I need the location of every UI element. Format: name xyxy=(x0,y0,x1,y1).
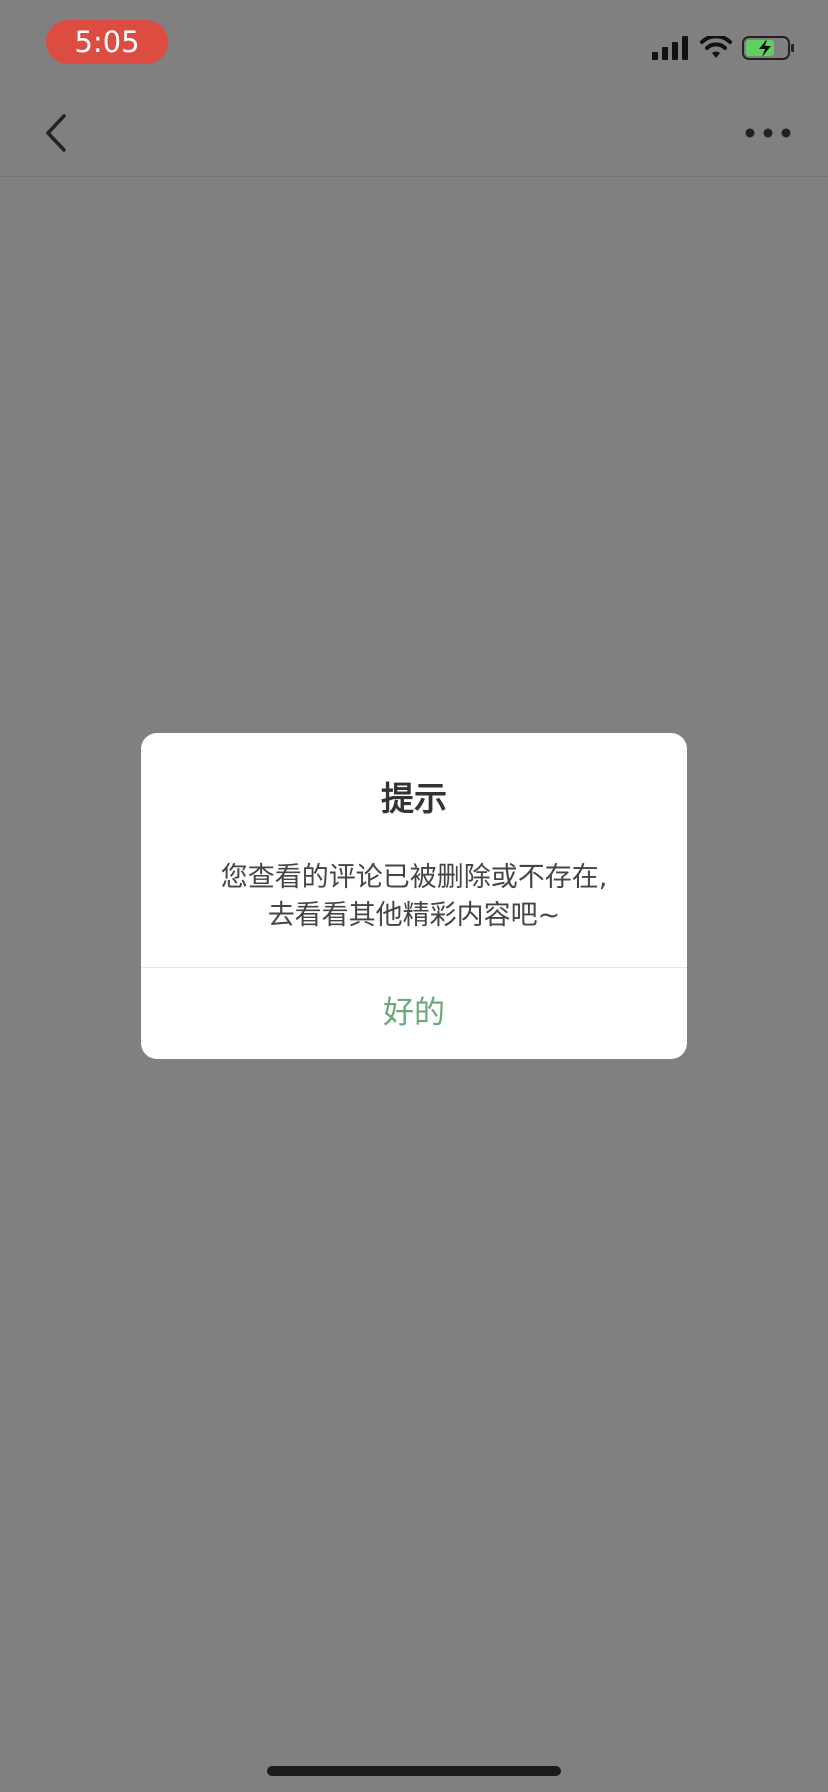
dialog-message: 您查看的评论已被删除或不存在, 去看看其他精彩内容吧~ xyxy=(161,859,667,935)
modal-overlay: 提示 您查看的评论已被删除或不存在, 去看看其他精彩内容吧~ 好的 xyxy=(0,0,828,1792)
confirm-button[interactable]: 好的 xyxy=(141,968,687,1059)
dialog-title: 提示 xyxy=(381,779,447,818)
dialog-message-line-2: 去看看其他精彩内容吧~ xyxy=(267,900,561,931)
dialog-message-line-1: 您查看的评论已被删除或不存在, xyxy=(220,862,608,893)
home-indicator[interactable] xyxy=(267,1766,561,1776)
alert-dialog: 提示 您查看的评论已被删除或不存在, 去看看其他精彩内容吧~ 好的 xyxy=(141,733,687,1059)
